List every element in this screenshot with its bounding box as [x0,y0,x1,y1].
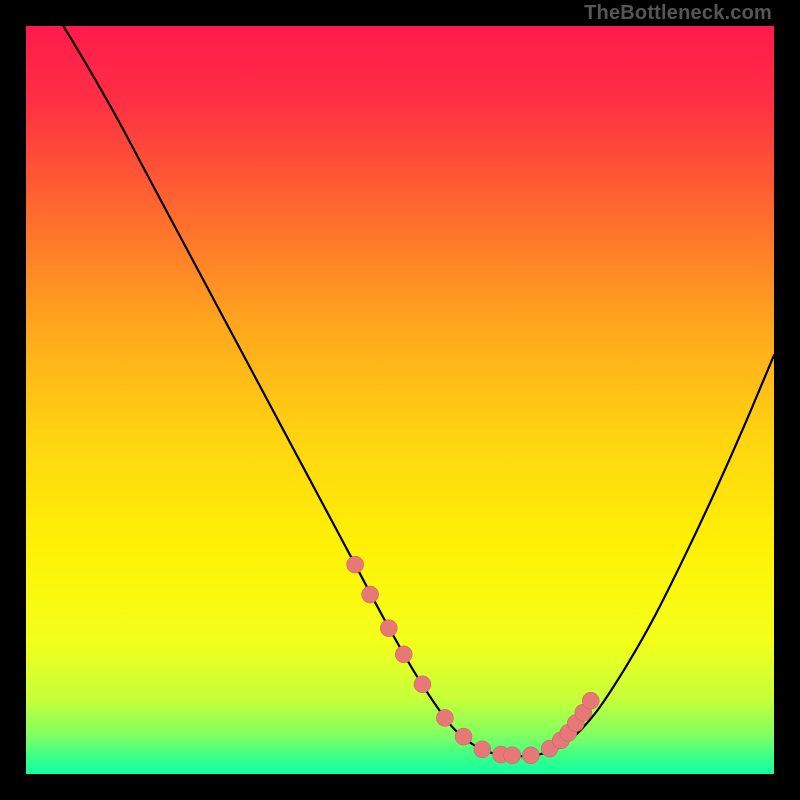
highlight-marker [455,728,472,745]
highlight-marker [436,709,453,726]
chart-frame: TheBottleneck.com [0,0,800,800]
highlight-marker [522,747,539,764]
highlight-markers [347,556,600,764]
highlight-marker [474,741,491,758]
highlight-marker [395,646,412,663]
plot-area [26,26,774,774]
highlight-marker [347,556,364,573]
highlight-marker [380,620,397,637]
highlight-marker [504,747,521,764]
watermark-text: TheBottleneck.com [584,2,772,25]
highlight-marker [414,676,431,693]
chart-svg [26,26,774,774]
bottleneck-curve [63,26,774,756]
highlight-marker [362,586,379,603]
highlight-marker [582,692,599,709]
